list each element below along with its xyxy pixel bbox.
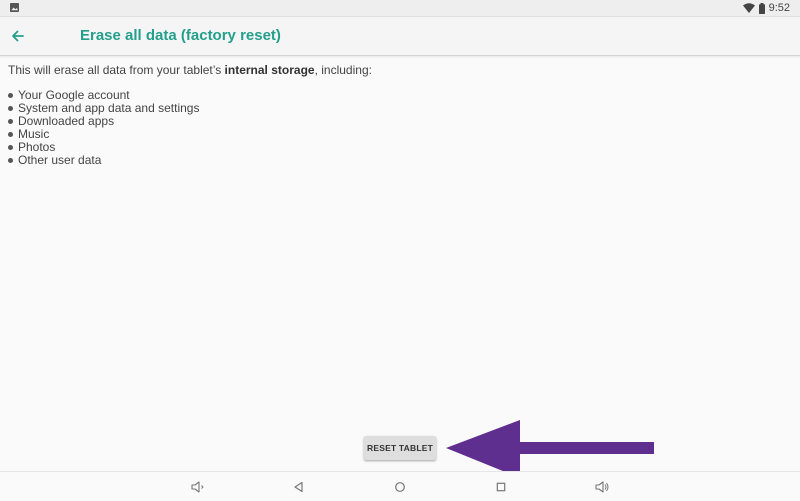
battery-icon	[758, 2, 765, 14]
image-icon	[10, 3, 19, 12]
annotation-arrow-icon	[446, 420, 654, 478]
page-title: Erase all data (factory reset)	[80, 27, 281, 44]
intro-text: This will erase all data from your table…	[8, 63, 792, 77]
list-item-label: Downloaded apps	[18, 114, 115, 128]
status-bar: 9:52	[0, 0, 800, 17]
list-item-label: Photos	[18, 140, 56, 154]
list-item-label: Music	[18, 127, 50, 141]
navigation-bar	[0, 471, 800, 501]
back-triangle-icon[interactable]	[291, 479, 307, 495]
recents-square-icon[interactable]	[493, 479, 509, 495]
volume-up-icon[interactable]	[594, 479, 610, 495]
reset-tablet-button[interactable]: RESET TABLET	[364, 436, 436, 460]
intro-prefix: This will erase all data from your table…	[8, 63, 225, 77]
bullet-icon	[8, 106, 13, 111]
list-item: Downloaded apps	[8, 115, 792, 128]
list-item: Photos	[8, 141, 792, 154]
bullet-icon	[8, 93, 13, 98]
wifi-icon	[742, 3, 755, 13]
list-item: System and app data and settings	[8, 102, 792, 115]
erase-list: Your Google account System and app data …	[8, 89, 792, 167]
arrow-back-icon[interactable]	[8, 26, 28, 46]
list-item-label: Your Google account	[18, 88, 130, 102]
bullet-icon	[8, 132, 13, 137]
home-circle-icon[interactable]	[392, 479, 408, 495]
list-item: Music	[8, 128, 792, 141]
list-item-label: System and app data and settings	[18, 101, 200, 115]
intro-suffix: , including:	[314, 63, 372, 77]
status-time: 9:52	[768, 2, 790, 14]
bullet-icon	[8, 119, 13, 124]
list-item-label: Other user data	[18, 153, 102, 167]
status-icons: 9:52	[742, 1, 790, 15]
main-content: This will erase all data from your table…	[8, 63, 792, 167]
bullet-icon	[8, 158, 13, 163]
app-bar: Erase all data (factory reset)	[0, 17, 800, 56]
bullet-icon	[8, 145, 13, 150]
volume-down-icon[interactable]	[190, 479, 206, 495]
list-item: Other user data	[8, 154, 792, 167]
intro-bold: internal storage	[224, 63, 315, 77]
